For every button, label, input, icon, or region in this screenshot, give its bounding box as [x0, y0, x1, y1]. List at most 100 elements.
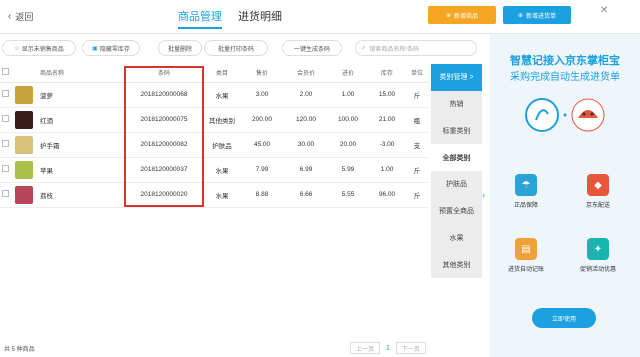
category-management-button[interactable]: 类别管理 > [431, 64, 482, 91]
category-item[interactable]: 热销 [431, 91, 482, 118]
product-name: 护手霜 [38, 132, 124, 158]
product-thumbnail [10, 182, 38, 208]
product-price: 45.00 [240, 132, 284, 158]
product-unit: 瓶 [406, 107, 428, 133]
product-barcode: 2018120000037 [124, 157, 204, 183]
product-member-price: 30.00 [284, 132, 328, 158]
product-category: 护肤品 [204, 132, 240, 158]
product-table: 商品名称 条码 类目 售价 会员价 进价 库存 单位 菠萝 20181200000… [0, 64, 428, 208]
show-unsold-button[interactable]: ☆ 显示未销售商品 [2, 40, 76, 56]
row-checkbox[interactable] [0, 82, 10, 108]
product-stock: -3.00 [368, 132, 406, 158]
footer-bar: 共 5 种商品 上一页 1 下一页 [0, 339, 488, 357]
col-cost: 进价 [328, 64, 368, 83]
plus-icon: ⊕ [517, 12, 523, 19]
category-item[interactable]: 其他类别 [431, 251, 482, 278]
select-all-checkbox[interactable] [0, 64, 10, 83]
table-row[interactable]: 护手霜 2018120000082 护肤品 45.00 30.00 20.00 -3.00 支 [0, 132, 428, 158]
back-button[interactable]: ‹ 返回 [8, 10, 33, 23]
category-panel: 类别管理 > 热销 标重类别 全部类别 护肤品 预置全商品 水果 其他类别 [431, 64, 482, 278]
add-purchase-order-button[interactable]: ⊕ 新增进货单 [503, 6, 571, 24]
product-cost: 5.55 [328, 182, 368, 208]
promo-title: 智慧记接入京东掌柜宝 [510, 55, 620, 67]
table-row[interactable]: 红酒 2018120000075 其他类别 200.00 120.00 100.00 21.… [0, 107, 428, 133]
product-name: 荔枝 [38, 182, 124, 208]
product-member-price: 120.00 [284, 107, 328, 133]
product-thumbnail [10, 132, 38, 158]
table-header-row: 商品名称 条码 类目 售价 会员价 进价 库存 单位 [0, 64, 428, 83]
category-item[interactable]: 护肤品 [431, 171, 482, 198]
jd-logo-icon: ◆ [587, 174, 609, 196]
product-stock: 96.00 [368, 182, 406, 208]
category-item[interactable]: 标重类别 [431, 118, 482, 145]
product-cost: 100.00 [328, 107, 368, 133]
search-input[interactable]: ⌕ 搜索商品名称/条码 [355, 40, 477, 56]
tab-purchase-detail[interactable]: 进货明细 [238, 8, 282, 29]
next-page-button[interactable]: 下一页 [395, 342, 426, 354]
chevron-left-icon: ‹ [8, 11, 12, 22]
generate-barcode-button[interactable]: 一键生成条码 [282, 40, 342, 56]
product-barcode: 2018120000068 [124, 82, 204, 108]
feature-jd-delivery: ◆ 京东配送 [574, 174, 622, 209]
batch-delete-button[interactable]: 批量删除 [158, 40, 202, 56]
tab-product-management[interactable]: 商品管理 [178, 8, 222, 29]
product-category: 其他类别 [204, 107, 240, 133]
feature-auto-bookkeeping: ▤ 进货自动记账 [502, 238, 550, 273]
star-icon: ☆ [14, 45, 20, 52]
search-icon: ⌕ [362, 44, 366, 51]
current-page: 1 [386, 344, 390, 352]
col-category: 类目 [204, 64, 240, 83]
product-unit: 斤 [406, 182, 428, 208]
product-price: 8.88 [240, 182, 284, 208]
promo-panel: 智慧记接入京东掌柜宝 采购完成自动生成进货单 ☂ 正品保障 ◆ 京东配送 ▤ 进… [490, 34, 640, 357]
product-stock: 21.00 [368, 107, 406, 133]
product-price: 7.99 [240, 157, 284, 183]
table-row[interactable]: 荔枝 2018120000020 水果 8.88 6.66 5.55 96.00 斤 [0, 182, 428, 208]
col-price: 售价 [240, 64, 284, 83]
product-category: 水果 [204, 182, 240, 208]
clipboard-icon: ▤ [515, 238, 537, 260]
product-cost: 20.00 [328, 132, 368, 158]
close-icon[interactable]: ✕ [600, 5, 608, 16]
chevron-right-icon[interactable]: › [482, 190, 485, 200]
category-item[interactable]: 预置全商品 [431, 198, 482, 225]
table-row[interactable]: 苹果 2018120000037 水果 7.99 6.99 5.99 1.00 斤 [0, 157, 428, 183]
hide-zero-stock-button[interactable]: ▣ 隐藏零库存 [82, 40, 140, 56]
product-stock: 15.00 [368, 82, 406, 108]
product-stock: 1.00 [368, 157, 406, 183]
col-unit: 单位 [406, 64, 428, 83]
product-cost: 1.00 [328, 82, 368, 108]
product-unit: 斤 [406, 157, 428, 183]
feature-genuine: ☂ 正品保障 [502, 174, 550, 209]
category-item[interactable]: 水果 [431, 225, 482, 252]
product-unit: 斤 [406, 82, 428, 108]
thumb-column [10, 64, 38, 83]
row-checkbox[interactable] [0, 182, 10, 208]
product-name: 红酒 [38, 107, 124, 133]
toolbar: ☆ 显示未销售商品 ▣ 隐藏零库存 批量删除 批量打印条码 一键生成条码 ⌕ 搜… [0, 38, 488, 60]
category-item[interactable]: 全部类别 [431, 144, 482, 171]
row-checkbox[interactable] [0, 132, 10, 158]
row-checkbox[interactable] [0, 157, 10, 183]
product-name: 菠萝 [38, 82, 124, 108]
gift-icon: ✦ [587, 238, 609, 260]
back-label: 返回 [15, 12, 34, 22]
batch-print-barcode-button[interactable]: 批量打印条码 [204, 40, 268, 56]
box-icon: ▣ [92, 45, 98, 52]
col-stock: 库存 [368, 64, 406, 83]
search-placeholder: 搜索商品名称/条码 [369, 46, 420, 53]
product-member-price: 6.99 [284, 157, 328, 183]
add-product-button[interactable]: ⊕ 新增商品 [428, 6, 496, 24]
product-price: 200.00 [240, 107, 284, 133]
product-cost: 5.99 [328, 157, 368, 183]
umbrella-icon: ☂ [515, 174, 537, 196]
col-name: 商品名称 [38, 64, 124, 83]
product-barcode: 2018120000075 [124, 107, 204, 133]
product-category: 水果 [204, 82, 240, 108]
table-row[interactable]: 菠萝 2018120000068 水果 3.00 2.00 1.00 15.00 斤 [0, 82, 428, 108]
row-checkbox[interactable] [0, 107, 10, 133]
use-now-button[interactable]: 立即使用 [532, 308, 596, 328]
product-member-price: 6.66 [284, 182, 328, 208]
prev-page-button[interactable]: 上一页 [350, 342, 381, 354]
col-member-price: 会员价 [284, 64, 328, 83]
